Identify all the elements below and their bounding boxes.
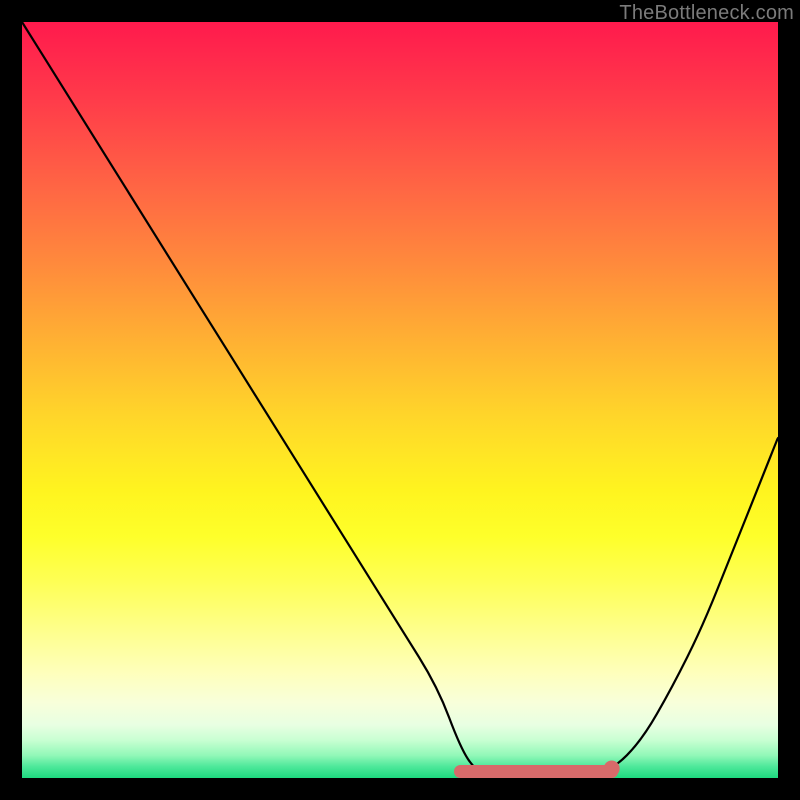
plot-area (22, 22, 778, 778)
bottom-marker-dot (604, 761, 620, 777)
bottleneck-curve (22, 22, 778, 778)
chart-frame: TheBottleneck.com (0, 0, 800, 800)
watermark-text: TheBottleneck.com (619, 2, 794, 25)
curve-svg (22, 22, 778, 778)
